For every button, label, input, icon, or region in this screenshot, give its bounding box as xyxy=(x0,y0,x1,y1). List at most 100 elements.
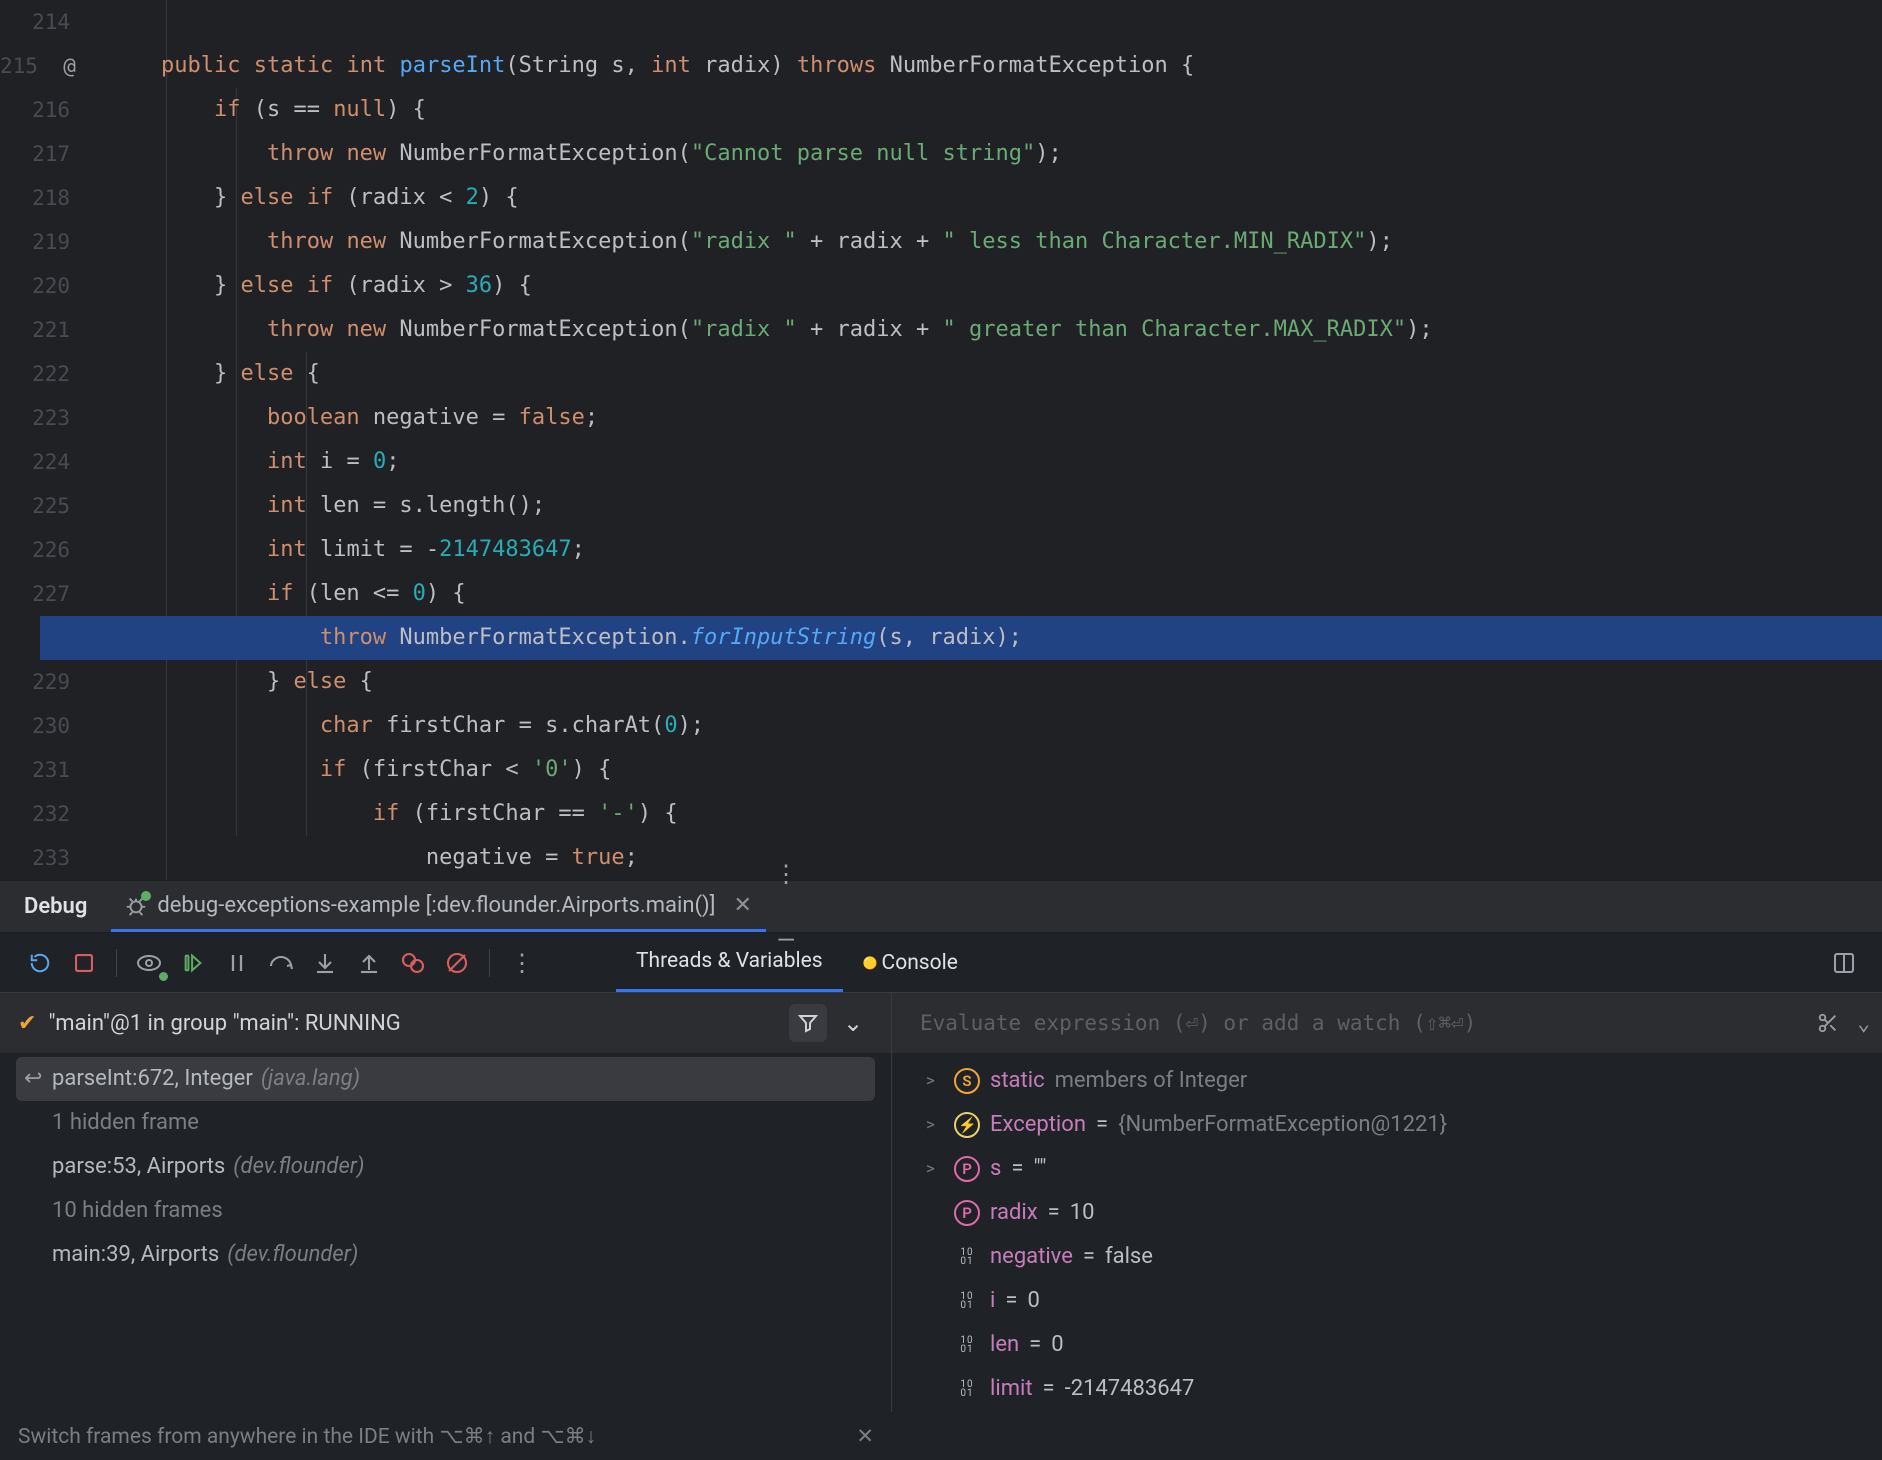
gutter-line[interactable]: 224 xyxy=(0,440,70,484)
tip-text: Switch frames from anywhere in the IDE w… xyxy=(18,1424,596,1449)
show-execution-point-icon[interactable] xyxy=(129,943,169,983)
stop-icon[interactable] xyxy=(64,943,104,983)
gutter-line[interactable]: 216 xyxy=(0,88,70,132)
gutter-line[interactable]: 227 xyxy=(0,572,70,616)
thread-dropdown-icon[interactable]: ⌄ xyxy=(833,1003,873,1043)
code-line[interactable]: throw new NumberFormatException("radix "… xyxy=(100,220,1882,264)
view-breakpoints-icon[interactable] xyxy=(393,943,433,983)
thread-selector[interactable]: ✔ "main"@1 in group "main": RUNNING ⌄ xyxy=(0,993,891,1053)
binary-icon: 1001 xyxy=(954,1248,980,1266)
frame-row[interactable]: main:39, Airports (dev.flounder) xyxy=(16,1233,875,1277)
gutter-line[interactable]: 220 xyxy=(0,264,70,308)
toolwindow-title: Debug xyxy=(0,894,111,919)
mute-breakpoints-icon[interactable] xyxy=(437,943,477,983)
debug-run-tab-label: debug-exceptions-example [:dev.flounder.… xyxy=(157,893,715,918)
thread-status: "main"@1 in group "main": RUNNING xyxy=(48,1011,400,1036)
binary-icon: 1001 xyxy=(954,1380,980,1398)
code-line[interactable]: boolean negative = false; xyxy=(100,396,1882,440)
code-line[interactable]: throw new NumberFormatException("radix "… xyxy=(100,308,1882,352)
binary-icon: 1001 xyxy=(954,1336,980,1354)
console-badge-icon: 🟡 xyxy=(863,956,878,970)
frames-list[interactable]: ↩parseInt:672, Integer (java.lang)1 hidd… xyxy=(0,1053,891,1281)
resume-icon[interactable] xyxy=(173,943,213,983)
variable-row[interactable]: 1001i = 0 xyxy=(912,1279,1882,1323)
frame-row[interactable]: ↩parseInt:672, Integer (java.lang) xyxy=(16,1057,875,1101)
variable-row[interactable]: 1001len = 0 xyxy=(912,1323,1882,1367)
code-line[interactable]: } else if (radix < 2) { xyxy=(100,176,1882,220)
code-line[interactable]: char firstChar = s.charAt(0); xyxy=(100,704,1882,748)
code-line[interactable]: if (firstChar == '-') { xyxy=(100,792,1882,836)
scissors-icon[interactable] xyxy=(1817,1012,1839,1034)
close-tip-icon[interactable]: ✕ xyxy=(856,1424,874,1449)
code-line[interactable]: int limit = -2147483647; xyxy=(100,528,1882,572)
binary-icon: 1001 xyxy=(954,1292,980,1310)
code-line[interactable]: if (s == null) { xyxy=(100,88,1882,132)
frame-row[interactable]: parse:53, Airports (dev.flounder) xyxy=(16,1145,875,1189)
code-area[interactable]: public static int parseInt(String s, int… xyxy=(100,0,1882,880)
gutter-line[interactable]: 215 @ xyxy=(0,44,70,88)
gutter-line[interactable]: 225 xyxy=(0,484,70,528)
gutter-line[interactable]: 232 xyxy=(0,792,70,836)
variable-kind-icon: S xyxy=(954,1068,980,1094)
close-tab-icon[interactable]: ✕ xyxy=(726,893,752,918)
watch-placeholder: Evaluate expression (⏎) or add a watch (… xyxy=(920,1011,1476,1035)
variable-kind-icon: ⚡ xyxy=(954,1112,980,1138)
pause-icon[interactable] xyxy=(217,943,257,983)
code-line[interactable]: } else if (radix > 36) { xyxy=(100,264,1882,308)
gutter-line[interactable]: 219 xyxy=(0,220,70,264)
gutter-line[interactable]: 218 xyxy=(0,176,70,220)
gutter-line[interactable]: 233 xyxy=(0,836,70,880)
tab-threads-variables[interactable]: Threads & Variables xyxy=(616,933,843,992)
code-editor[interactable]: 214215 @21621721821922022122222322422522… xyxy=(0,0,1882,880)
code-line[interactable]: } else { xyxy=(100,660,1882,704)
variable-row[interactable]: 1001negative = false xyxy=(912,1235,1882,1279)
filter-icon[interactable] xyxy=(789,1004,827,1042)
frame-row[interactable]: 10 hidden frames xyxy=(16,1189,875,1233)
frame-row[interactable]: 1 hidden frame xyxy=(16,1101,875,1145)
toolwindow-header[interactable]: Debug debug-exceptions-example [:dev.flo… xyxy=(0,880,1882,932)
gutter-line[interactable]: 229 xyxy=(0,660,70,704)
gutter-line[interactable]: 217 xyxy=(0,132,70,176)
layout-icon[interactable] xyxy=(1824,943,1864,983)
gutter-line[interactable]: 231 xyxy=(0,748,70,792)
step-over-icon[interactable] xyxy=(261,943,301,983)
code-line[interactable]: if (len <= 0) { xyxy=(100,572,1882,616)
step-out-icon[interactable] xyxy=(349,943,389,983)
step-into-icon[interactable] xyxy=(305,943,345,983)
code-line[interactable]: } else { xyxy=(100,352,1882,396)
code-line[interactable] xyxy=(100,0,1882,44)
gutter-line[interactable]: 223 xyxy=(0,396,70,440)
check-icon: ✔ xyxy=(18,1011,36,1036)
variables-panel[interactable]: Evaluate expression (⏎) or add a watch (… xyxy=(892,993,1882,1460)
code-line[interactable]: int i = 0; xyxy=(100,440,1882,484)
watch-dropdown-icon[interactable]: ⌄ xyxy=(1857,1011,1870,1035)
variable-row[interactable]: >⚡Exception = {NumberFormatException@122… xyxy=(912,1103,1882,1147)
gutter-line[interactable]: 214 xyxy=(0,0,70,44)
gutter-line[interactable]: 221 xyxy=(0,308,70,352)
variables-list[interactable]: >Sstatic members of Integer>⚡Exception =… xyxy=(892,1053,1882,1411)
gutter-line[interactable]: 226 xyxy=(0,528,70,572)
variable-kind-icon: P xyxy=(954,1200,980,1226)
gutter: 214215 @21621721821922022122222322422522… xyxy=(0,0,100,880)
frames-panel[interactable]: ✔ "main"@1 in group "main": RUNNING ⌄ ↩p… xyxy=(0,993,892,1460)
gutter-line[interactable]: 230 xyxy=(0,704,70,748)
variable-row[interactable]: >Sstatic members of Integer xyxy=(912,1059,1882,1103)
gutter-line[interactable]: 222 xyxy=(0,352,70,396)
more-actions-icon[interactable]: ⋮ xyxy=(502,943,542,983)
reset-frame-icon[interactable]: ↩ xyxy=(24,1057,42,1101)
bug-icon xyxy=(125,894,147,916)
code-line[interactable]: negative = true; xyxy=(100,836,1882,880)
variable-row[interactable]: >Ps = "" xyxy=(912,1147,1882,1191)
code-line[interactable]: public static int parseInt(String s, int… xyxy=(100,44,1882,88)
code-line[interactable]: throw NumberFormatException.forInputStri… xyxy=(40,616,1882,660)
rerun-icon[interactable] xyxy=(20,943,60,983)
debug-run-tab[interactable]: debug-exceptions-example [:dev.flounder.… xyxy=(111,881,766,932)
variable-kind-icon: P xyxy=(954,1156,980,1182)
code-line[interactable]: int len = s.length(); xyxy=(100,484,1882,528)
watch-input[interactable]: Evaluate expression (⏎) or add a watch (… xyxy=(892,993,1882,1053)
code-line[interactable]: throw new NumberFormatException("Cannot … xyxy=(100,132,1882,176)
code-line[interactable]: if (firstChar < '0') { xyxy=(100,748,1882,792)
tab-console[interactable]: 🟡 Console xyxy=(843,933,978,992)
variable-row[interactable]: Pradix = 10 xyxy=(912,1191,1882,1235)
variable-row[interactable]: 1001limit = -2147483647 xyxy=(912,1367,1882,1411)
